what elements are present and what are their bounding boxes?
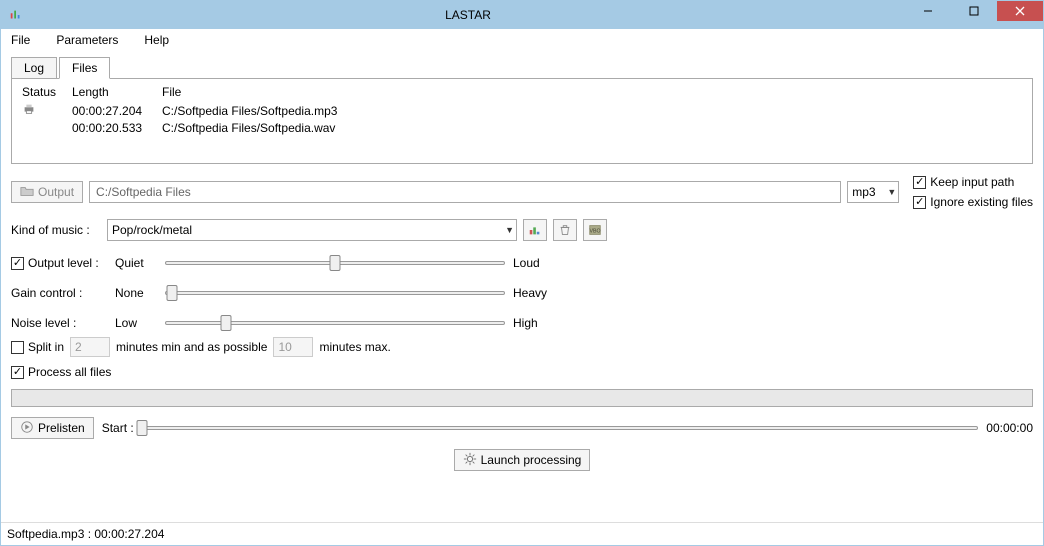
files-panel: Status Length File 00:00:27.204 C:/Softp… [11,78,1033,164]
printer-icon [22,105,36,119]
col-file[interactable]: File [156,83,1028,101]
split-max-input[interactable] [273,337,313,357]
tab-files[interactable]: Files [59,57,110,79]
menubar: File Parameters Help [1,29,1043,51]
noise-level-slider[interactable] [165,313,505,333]
slider-thumb[interactable] [330,255,341,271]
preset-icon-button[interactable]: VBO [583,219,607,241]
chart-icon-button[interactable] [523,219,547,241]
split-suffix: minutes max. [319,340,390,354]
launch-processing-button[interactable]: Launch processing [454,449,591,471]
cell-length: 00:00:20.533 [66,120,156,136]
chevron-down-icon: ▼ [887,187,896,197]
slider-thumb[interactable] [221,315,232,331]
gear-icon [463,452,477,469]
titlebar: LASTAR [1,1,1043,29]
prelisten-button[interactable]: Prelisten [11,417,94,439]
noise-level-label: Noise level : [11,316,107,330]
minimize-button[interactable] [905,1,951,21]
split-check[interactable]: Split in [11,340,64,354]
prelisten-time: 00:00:00 [986,421,1033,435]
checkbox-icon [11,257,24,270]
trash-icon-button[interactable] [553,219,577,241]
cell-length: 00:00:27.204 [66,101,156,120]
play-icon [20,420,34,437]
slider-thumb[interactable] [136,420,147,436]
checkbox-icon [913,176,926,189]
prelisten-start-label: Start : [102,421,134,435]
keep-input-path-check[interactable]: Keep input path [913,175,1033,189]
gain-control-label: Gain control : [11,286,107,300]
tab-strip: Log Files [11,57,1033,79]
statusbar: Softpedia.mp3 : 00:00:27.204 [1,522,1043,545]
slider-right-label: High [513,316,563,330]
output-button[interactable]: Output [11,181,83,203]
prelisten-slider[interactable] [142,418,979,438]
tab-log[interactable]: Log [11,57,57,79]
ignore-existing-check[interactable]: Ignore existing files [913,195,1033,209]
svg-text:VBO: VBO [589,229,600,235]
output-level-slider[interactable] [165,253,505,273]
checkbox-icon [11,366,24,379]
output-format-select[interactable]: mp3▼ [847,181,899,203]
checkbox-icon [11,341,24,354]
maximize-button[interactable] [951,1,997,21]
progress-bar [11,389,1033,407]
gain-control-slider[interactable] [165,283,505,303]
window-title: LASTAR [31,8,905,22]
output-path-input[interactable] [89,181,841,203]
folder-icon [20,184,34,201]
split-min-input[interactable] [70,337,110,357]
kind-of-music-select[interactable]: Pop/rock/metal▼ [107,219,517,241]
col-length[interactable]: Length [66,83,156,101]
slider-right-label: Loud [513,256,563,270]
menu-file[interactable]: File [7,31,34,49]
slider-thumb[interactable] [166,285,177,301]
checkbox-icon [913,196,926,209]
close-button[interactable] [997,1,1043,21]
col-status[interactable]: Status [16,83,66,101]
split-mid-text: minutes min and as possible [116,340,267,354]
menu-help[interactable]: Help [140,31,173,49]
table-row[interactable]: 00:00:20.533 C:/Softpedia Files/Softpedi… [16,120,1028,136]
slider-left-label: Low [115,316,157,330]
cell-file: C:/Softpedia Files/Softpedia.wav [156,120,1028,136]
chevron-down-icon: ▼ [505,225,514,235]
output-level-check[interactable]: Output level : [11,256,107,270]
app-icon [9,8,23,22]
table-row[interactable]: 00:00:27.204 C:/Softpedia Files/Softpedi… [16,101,1028,120]
process-all-check[interactable]: Process all files [11,365,1033,379]
kind-of-music-label: Kind of music : [11,223,101,237]
file-table: Status Length File 00:00:27.204 C:/Softp… [16,83,1028,136]
slider-left-label: None [115,286,157,300]
cell-file: C:/Softpedia Files/Softpedia.mp3 [156,101,1028,120]
output-button-label: Output [38,185,74,199]
slider-right-label: Heavy [513,286,563,300]
menu-parameters[interactable]: Parameters [52,31,122,49]
slider-left-label: Quiet [115,256,157,270]
